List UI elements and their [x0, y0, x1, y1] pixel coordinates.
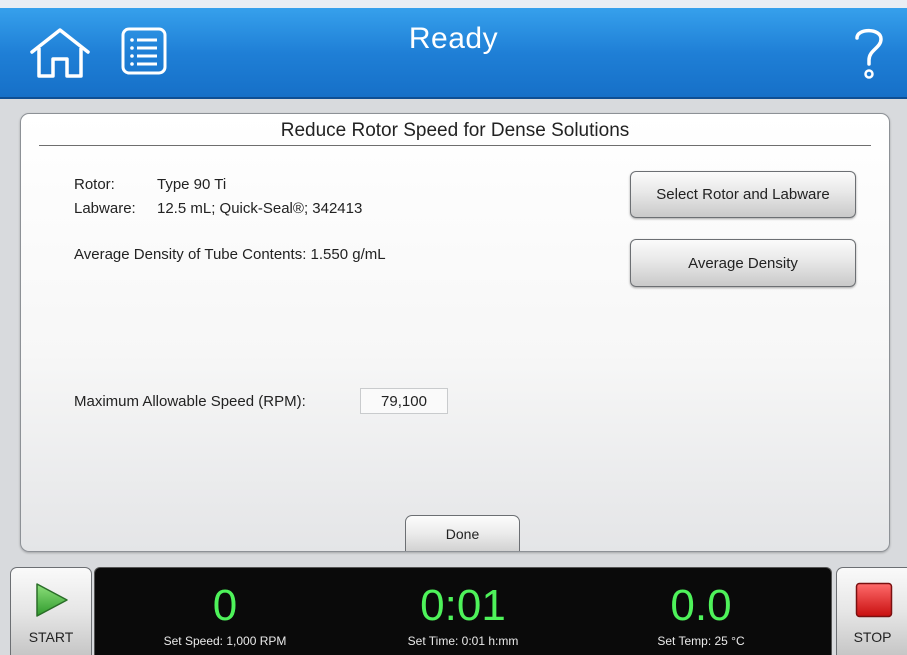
- dense-solutions-panel: Reduce Rotor Speed for Dense Solutions R…: [20, 113, 890, 552]
- time-readout: 0:01 Set Time: 0:01 h:mm: [343, 568, 583, 649]
- start-button[interactable]: START: [10, 567, 92, 655]
- current-temp: 0.0: [670, 581, 732, 630]
- average-density-text: Average Density of Tube Contents: 1.550 …: [74, 246, 386, 263]
- max-speed-value: 79,100: [360, 388, 448, 414]
- help-icon[interactable]: [849, 22, 889, 82]
- start-label: START: [28, 629, 74, 645]
- set-time-caption: Set Time: 0:01 h:mm: [407, 634, 519, 648]
- current-time: 0:01: [420, 581, 506, 630]
- done-button[interactable]: Done: [405, 515, 520, 551]
- status-bar: START 0 Set Speed: 1,000 RPM 0:01 Set Ti…: [0, 556, 907, 655]
- title-bar: Ready: [0, 0, 907, 99]
- speed-readout: 0 Set Speed: 1,000 RPM: [105, 568, 345, 649]
- set-speed-caption: Set Speed: 1,000 RPM: [163, 634, 287, 648]
- stop-icon: [855, 582, 893, 618]
- run-readout-display: 0 Set Speed: 1,000 RPM 0:01 Set Time: 0:…: [94, 567, 832, 655]
- play-icon: [36, 583, 68, 617]
- labware-value: 12.5 mL; Quick-Seal®; 342413: [157, 200, 363, 217]
- average-density-button[interactable]: Average Density: [630, 239, 856, 287]
- select-rotor-labware-button[interactable]: Select Rotor and Labware: [630, 171, 856, 218]
- temp-readout: 0.0 Set Temp: 25 °C: [581, 568, 821, 649]
- rotor-label: Rotor:: [74, 176, 115, 193]
- stop-label: STOP: [853, 629, 892, 645]
- panel-title: Reduce Rotor Speed for Dense Solutions: [280, 120, 630, 141]
- max-speed-label: Maximum Allowable Speed (RPM):: [74, 393, 306, 410]
- current-speed: 0: [212, 581, 238, 630]
- stop-button[interactable]: STOP: [836, 567, 907, 655]
- labware-label: Labware:: [74, 200, 136, 217]
- set-temp-caption: Set Temp: 25 °C: [657, 634, 745, 648]
- rotor-value: Type 90 Ti: [157, 176, 227, 193]
- title-divider: [39, 145, 871, 146]
- top-strip: [0, 0, 907, 8]
- page-title: Ready: [408, 22, 499, 55]
